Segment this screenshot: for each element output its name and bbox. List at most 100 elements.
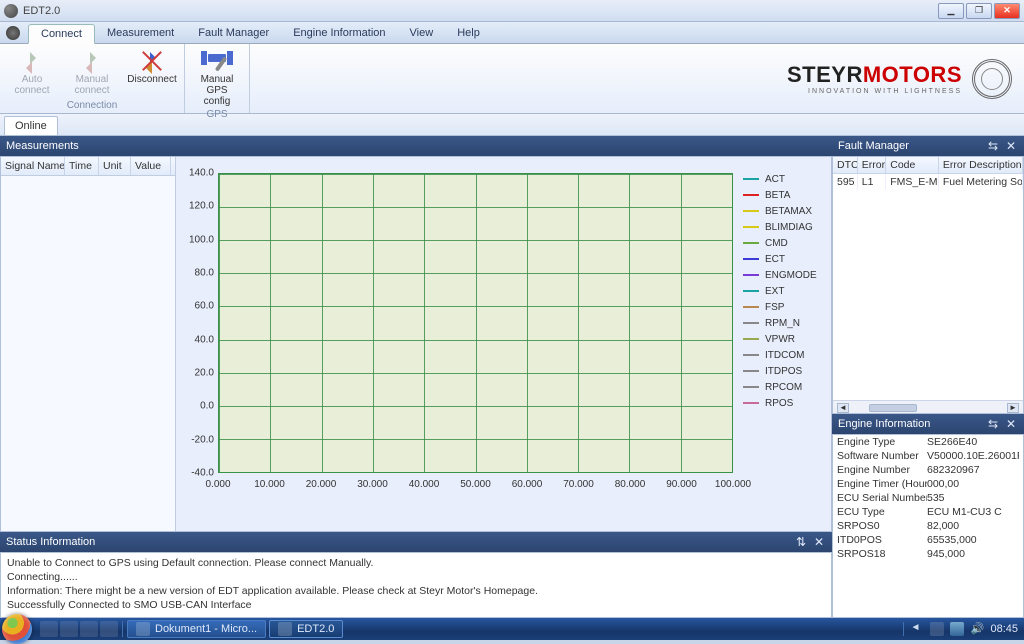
brand-logo: STEYRMOTORS INNOVATION WITH LIGHTNESS (787, 44, 1024, 113)
engine-info-row: Software NumberV50000.10E.26001P (833, 449, 1023, 463)
window-titlebar: EDT2.0 ▁ ❐ ✕ (0, 0, 1024, 22)
legend-item[interactable]: ITDPOS (743, 363, 825, 379)
legend-item[interactable]: RPM_N (743, 315, 825, 331)
fault-column-header[interactable]: Error Description (939, 157, 1023, 173)
engine-info-row: Engine Timer (Hours)000,00 (833, 477, 1023, 491)
tray-volume-icon[interactable]: 🔊 (970, 622, 984, 636)
signal-column-header[interactable]: Value (131, 157, 171, 175)
tab-online[interactable]: Online (4, 116, 58, 135)
menu-tab-engine-information[interactable]: Engine Information (281, 24, 397, 43)
sort-icon[interactable]: ⇅ (794, 535, 808, 549)
legend-label: BETA (765, 190, 790, 201)
close-icon[interactable]: ✕ (1004, 139, 1018, 153)
close-icon[interactable]: ✕ (1004, 417, 1018, 431)
auto-connect-button[interactable]: Autoconnect (6, 46, 58, 98)
fault-column-header[interactable]: Error (858, 157, 886, 173)
taskbar[interactable]: Dokument1 - Micro...EDT2.0 ◄ 🔊 08:45 (0, 618, 1024, 640)
legend-label: ITDPOS (765, 366, 802, 377)
menu-tab-fault-manager[interactable]: Fault Manager (186, 24, 281, 43)
x-tick-label: 50.000 (460, 479, 491, 490)
window-close-button[interactable]: ✕ (994, 3, 1020, 19)
brand-wheel-icon (972, 59, 1012, 99)
scroll-right-icon[interactable]: ► (1007, 403, 1019, 413)
legend-item[interactable]: FSP (743, 299, 825, 315)
manual-gps-config-button[interactable]: Manual GPSconfig (191, 46, 243, 109)
legend-swatch-icon (743, 338, 759, 340)
ql-ie-icon[interactable] (80, 621, 98, 637)
manual-connect-button[interactable]: Manualconnect (66, 46, 118, 98)
system-tray: ◄ 🔊 08:45 (903, 622, 1024, 636)
engine-info-row: Engine TypeSE266E40 (833, 435, 1023, 449)
signal-column-header[interactable]: Time (65, 157, 99, 175)
ql-desktop-icon[interactable] (40, 621, 58, 637)
window-maximize-button[interactable]: ❐ (966, 3, 992, 19)
page-tab-strip: Online (0, 114, 1024, 136)
status-header: Status Information ⇅ ✕ (0, 532, 832, 552)
scroll-thumb[interactable] (869, 404, 917, 412)
legend-item[interactable]: ECT (743, 251, 825, 267)
x-tick-label: 0.000 (205, 479, 230, 490)
engine-info-header: Engine Information ⇆ ✕ (832, 414, 1024, 434)
chart-legend: ACT BETA BETAMAX BLIMDIAG CMDECTENGMODEEXTFS… (743, 171, 825, 411)
legend-item[interactable]: EXT (743, 283, 825, 299)
ribbon-group-label: GPS (206, 109, 227, 120)
legend-item[interactable]: RPCOM (743, 379, 825, 395)
legend-swatch-icon (743, 226, 759, 228)
signal-column-header[interactable]: Unit (99, 157, 131, 175)
swap-icon[interactable]: ⇆ (986, 139, 1000, 153)
taskbar-button[interactable]: Dokument1 - Micro... (127, 620, 266, 638)
menu-tab-measurement[interactable]: Measurement (95, 24, 186, 43)
taskbar-clock[interactable]: 08:45 (990, 623, 1018, 635)
legend-item[interactable]: BETAMAX (743, 203, 825, 219)
legend-swatch-icon (743, 402, 759, 404)
legend-swatch-icon (743, 290, 759, 292)
ribbon-tab-strip: ConnectMeasurementFault ManagerEngine In… (0, 22, 1024, 44)
legend-label: VPWR (765, 334, 795, 345)
legend-item[interactable]: RPOS (743, 395, 825, 411)
menu-tab-connect[interactable]: Connect (28, 24, 95, 44)
window-minimize-button[interactable]: ▁ (938, 3, 964, 19)
swap-icon[interactable]: ⇆ (986, 417, 1000, 431)
close-icon[interactable]: ✕ (812, 535, 826, 549)
taskbar-button[interactable]: EDT2.0 (269, 620, 343, 638)
legend-item[interactable]: VPWR (743, 331, 825, 347)
engine-info-row: Engine Number682320967 (833, 463, 1023, 477)
horizontal-scrollbar[interactable]: ◄ ► (833, 400, 1023, 414)
legend-item[interactable]: ACT (743, 171, 825, 187)
legend-label: BLIMDIAG (765, 222, 813, 233)
status-line: Connecting...... (7, 570, 825, 584)
legend-label: RPOS (765, 398, 793, 409)
fault-column-header[interactable]: DTC (833, 157, 858, 173)
app-icon (4, 4, 18, 18)
legend-label: ACT (765, 174, 785, 185)
menu-tab-help[interactable]: Help (445, 24, 492, 43)
menu-tab-view[interactable]: View (398, 24, 446, 43)
legend-item[interactable]: BLIMDIAG (743, 219, 825, 235)
legend-swatch-icon (743, 274, 759, 276)
legend-item[interactable]: BETA (743, 187, 825, 203)
tray-app-icon[interactable] (930, 622, 944, 636)
app-menu-icon[interactable] (6, 26, 20, 40)
scroll-left-icon[interactable]: ◄ (837, 403, 849, 413)
signal-column-header[interactable]: Signal Name (1, 157, 65, 175)
engine-info-row: ECU Serial Number535 (833, 491, 1023, 505)
fault-column-header[interactable]: Code (886, 157, 939, 173)
y-tick-label: 80.0 (180, 268, 214, 279)
disconnect-button[interactable]: Disconnect (126, 46, 178, 98)
x-tick-label: 30.000 (357, 479, 388, 490)
legend-item[interactable]: ITDCOM (743, 347, 825, 363)
chart-area[interactable]: -40.0-20.00.020.040.060.080.0100.0120.01… (176, 157, 831, 531)
tray-network-icon[interactable] (950, 622, 964, 636)
engine-info-row: ECU TypeECU M1-CU3 C (833, 505, 1023, 519)
ql-app-icon[interactable] (100, 621, 118, 637)
y-tick-label: 100.0 (180, 234, 214, 245)
fault-manager-panel: DTCErrorCodeError Description 595L1FMS_E… (832, 156, 1024, 414)
tray-expand-icon[interactable]: ◄ (910, 622, 924, 636)
y-tick-label: 140.0 (180, 168, 214, 179)
fault-row[interactable]: 595L1FMS_E-MINFuel Metering So (833, 174, 1023, 190)
legend-item[interactable]: CMD (743, 235, 825, 251)
ribbon-group-connection: Autoconnect Manualconnect Disconnect Con… (0, 44, 185, 113)
legend-item[interactable]: ENGMODE (743, 267, 825, 283)
ql-explorer-icon[interactable] (60, 621, 78, 637)
x-tick-label: 10.000 (254, 479, 285, 490)
